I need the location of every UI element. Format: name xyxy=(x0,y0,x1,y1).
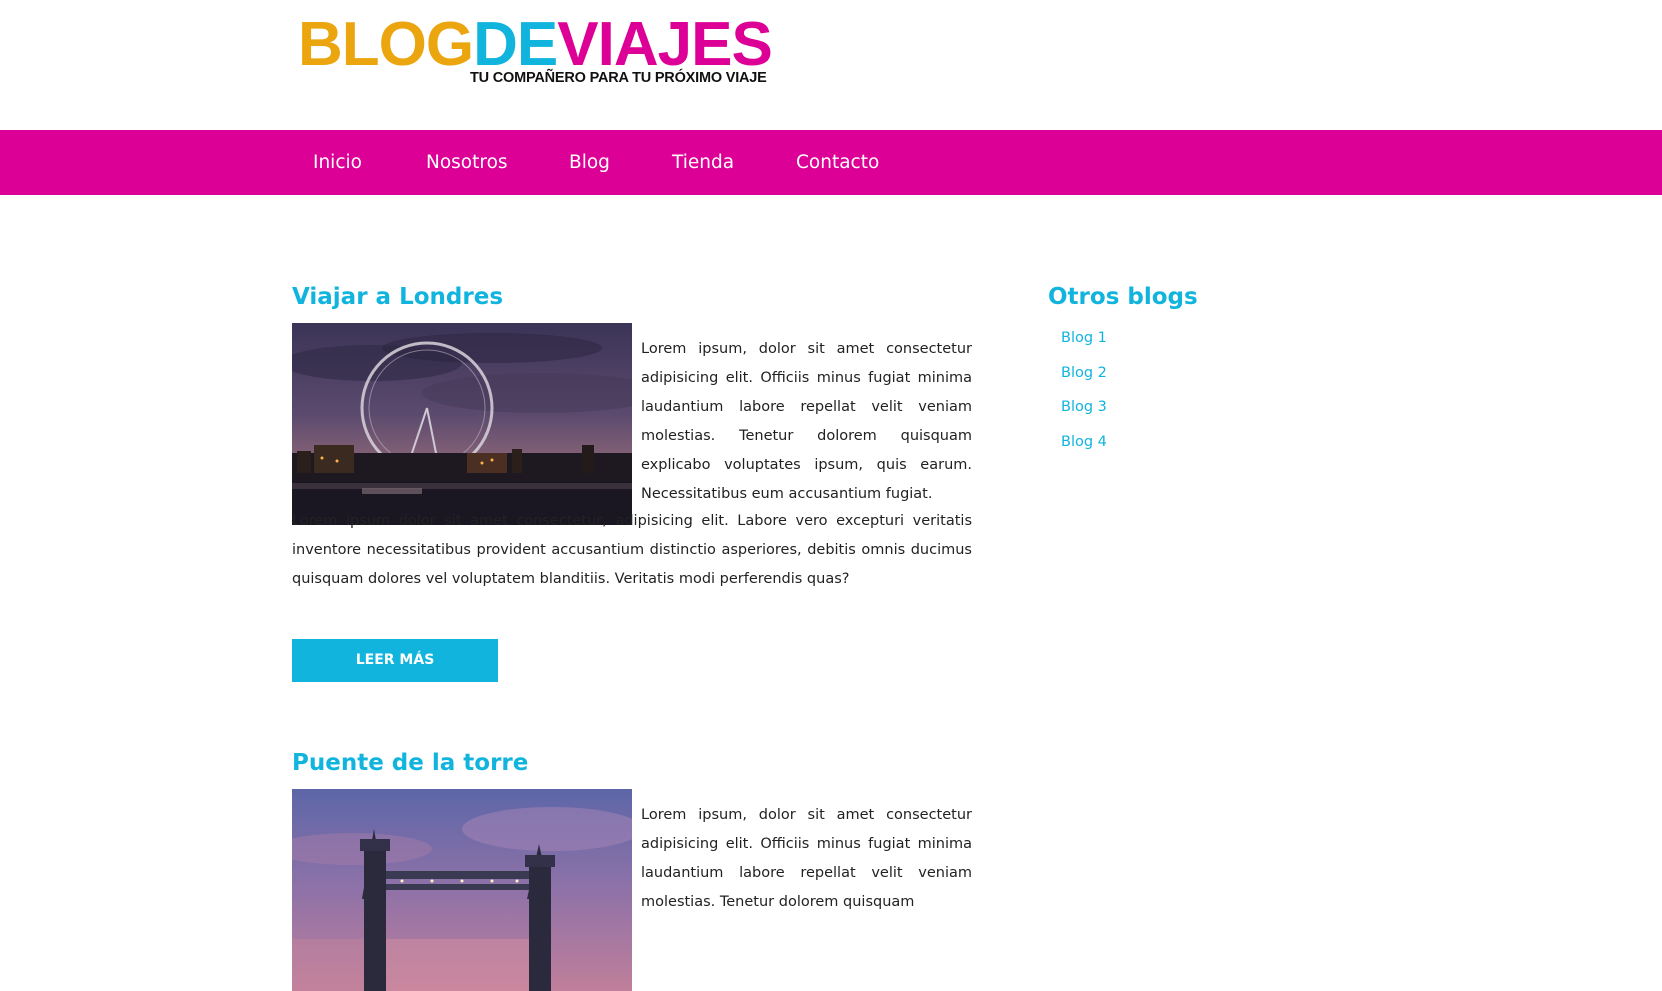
sidebar-link-blog-2[interactable]: Blog 2 xyxy=(1061,365,1107,381)
post-body: Lorem ipsum dolor sit amet consectetur, … xyxy=(292,513,972,587)
read-more-button[interactable]: LEER MÁS xyxy=(292,639,498,682)
sidebar: Otros blogs Blog 1 Blog 2 Blog 3 Blog 4 xyxy=(1048,281,1348,450)
sidebar-title: Otros blogs xyxy=(1048,284,1198,310)
tower-bridge-photo[interactable] xyxy=(292,789,632,991)
blog-post: Viajar a Londres Lorem ipsum, dolor sit … xyxy=(292,281,972,781)
post-intro: Lorem ipsum, dolor sit amet consectetur … xyxy=(641,807,972,910)
blog-post: Puente de la torre Lorem ipsum, dolor si… xyxy=(292,747,972,991)
sidebar-links: Blog 1 Blog 2 Blog 3 Blog 4 xyxy=(1061,329,1107,467)
post-title[interactable]: Puente de la torre xyxy=(292,747,972,779)
main-nav: Inicio Nosotros Blog Tienda Contacto xyxy=(0,130,1662,195)
sidebar-link-blog-4[interactable]: Blog 4 xyxy=(1061,434,1107,450)
post-title[interactable]: Viajar a Londres xyxy=(292,281,972,313)
list-item: Blog 4 xyxy=(1061,433,1107,468)
logo-part-de: DE xyxy=(473,10,558,79)
logo-tagline: TU COMPAÑERO PARA TU PRÓXIMO VIAJE xyxy=(470,70,767,86)
site-header: BLOGDEVIAJES TU COMPAÑERO PARA TU PRÓXIM… xyxy=(0,0,1662,130)
logo-part-blog: BLOG xyxy=(298,10,474,79)
logo-wordmark: BLOGDEVIAJES xyxy=(298,14,773,76)
sidebar-link-blog-1[interactable]: Blog 1 xyxy=(1061,330,1107,346)
list-item: Blog 2 xyxy=(1061,364,1107,399)
site-logo[interactable]: BLOGDEVIAJES TU COMPAÑERO PARA TU PRÓXIM… xyxy=(298,14,773,87)
nav-item-blog[interactable]: Blog xyxy=(569,130,610,195)
nav-item-contacto[interactable]: Contacto xyxy=(796,130,879,195)
main-content: Viajar a Londres Lorem ipsum, dolor sit … xyxy=(0,195,1662,991)
list-item: Blog 3 xyxy=(1061,398,1107,433)
nav-item-nosotros[interactable]: Nosotros xyxy=(426,130,508,195)
post-intro: Lorem ipsum, dolor sit amet consectetur … xyxy=(641,341,972,502)
nav-item-tienda[interactable]: Tienda xyxy=(672,130,734,195)
list-item: Blog 1 xyxy=(1061,329,1107,364)
nav-item-inicio[interactable]: Inicio xyxy=(313,130,362,195)
logo-part-viajes: VIAJES xyxy=(557,10,773,79)
london-eye-photo[interactable] xyxy=(292,323,632,525)
sidebar-link-blog-3[interactable]: Blog 3 xyxy=(1061,399,1107,415)
